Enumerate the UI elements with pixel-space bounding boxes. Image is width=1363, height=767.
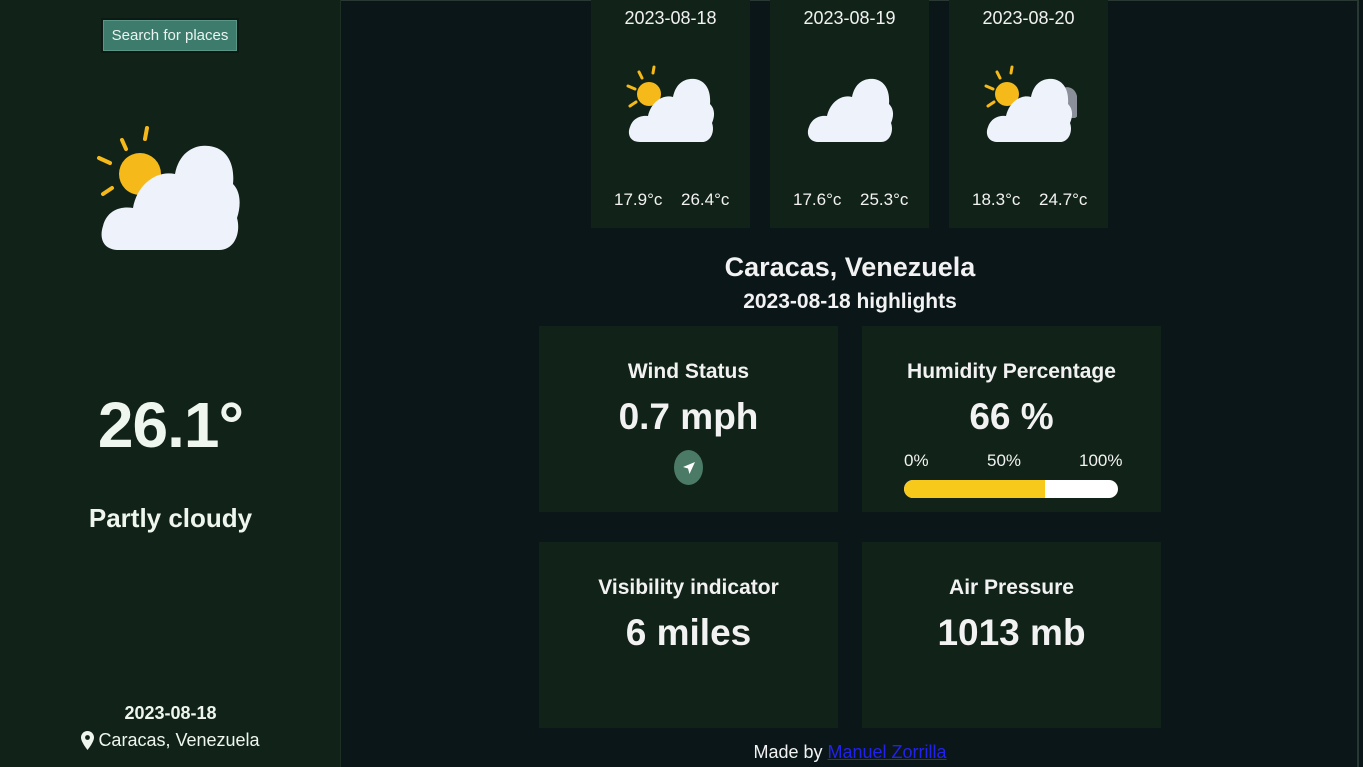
wind-direction-badge (674, 450, 703, 485)
humidity-progress-bar (904, 480, 1118, 498)
footer: Made by Manuel Zorrilla (0, 742, 1363, 763)
search-places-button[interactable]: Search for places (101, 18, 239, 53)
visibility-card: Visibility indicator 6 miles (539, 542, 838, 728)
humidity-scale-min: 0% (904, 451, 929, 470)
forecast-min-temp: 17.6°c (793, 190, 842, 209)
forecast-max-temp: 24.7°c (1039, 190, 1088, 209)
current-date: 2023-08-18 (124, 703, 217, 723)
partly-cloudy-icon (626, 65, 715, 142)
air-pressure-card: Air Pressure 1013 mb (862, 542, 1161, 728)
highlights-title: 2023-08-18 highlights (743, 290, 957, 313)
visibility-label: Visibility indicator (598, 576, 779, 599)
humidity-label: Humidity Percentage (907, 360, 1116, 383)
forecast-min-temp: 17.9°c (614, 190, 663, 209)
author-link[interactable]: Manuel Zorrilla (828, 742, 947, 762)
forecast-card: 2023-08-20 18.3°c 24.7°c (949, 0, 1108, 228)
forecast-date: 2023-08-20 (982, 8, 1075, 28)
sidebar: Search for places 26.1° Partly cloudy 20… (0, 0, 341, 767)
city-title: Caracas, Venezuela (724, 252, 976, 282)
wind-status-label: Wind Status (627, 360, 750, 383)
forecast-max-temp: 25.3°c (860, 190, 909, 209)
footer-prefix: Made by (753, 742, 828, 762)
wind-status-card: Wind Status 0.7 mph (539, 326, 838, 512)
air-pressure-value: 1013 mb (937, 612, 1086, 653)
humidity-scale-max: 100% (1079, 451, 1123, 470)
forecast-min-temp: 18.3°c (972, 190, 1021, 209)
forecast-card: 2023-08-18 17.9°c 26.4°c (591, 0, 750, 228)
humidity-progress-fill (904, 480, 1046, 498)
wind-status-value: 0.7 mph (618, 396, 759, 437)
forecast-card: 2023-08-19 17.6°c 25.3°c (770, 0, 929, 228)
current-temperature: 26.1° (97, 389, 244, 461)
navigation-arrow-icon (682, 461, 695, 474)
humidity-card: Humidity Percentage 66 % 0% 50% 100% (862, 326, 1161, 512)
cloud-icon (807, 78, 894, 142)
forecast-date: 2023-08-18 (624, 8, 717, 28)
forecast-max-temp: 26.4°c (681, 190, 730, 209)
humidity-value: 66 % (969, 396, 1054, 437)
current-condition: Partly cloudy (88, 503, 253, 533)
partly-cloudy-icon (97, 126, 240, 250)
forecast-date: 2023-08-19 (803, 8, 896, 28)
humidity-scale-mid: 50% (987, 451, 1022, 470)
air-pressure-label: Air Pressure (949, 576, 1074, 599)
divider (1357, 0, 1359, 767)
partly-cloudy-overcast-icon (984, 65, 1077, 142)
visibility-value: 6 miles (625, 612, 752, 653)
